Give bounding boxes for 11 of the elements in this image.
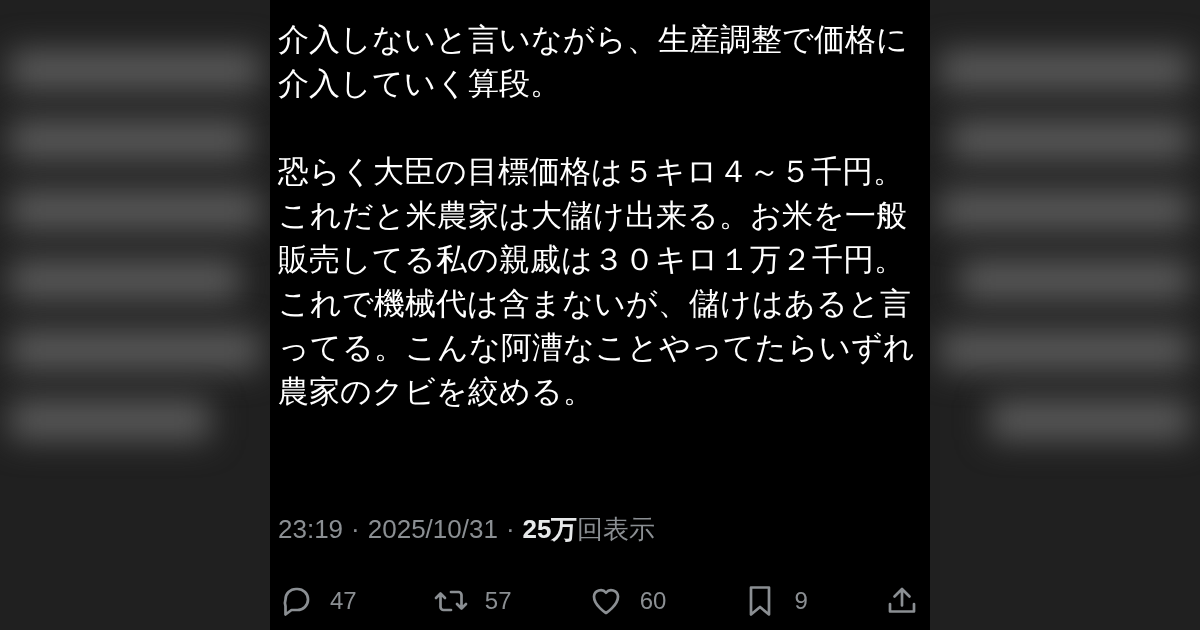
post-time: 23:19 [278, 513, 344, 546]
post-date: 2025/10/31 [367, 513, 498, 546]
reply-button[interactable]: 47 [278, 583, 357, 619]
bookmark-button[interactable]: 9 [742, 583, 808, 619]
view-count: 25万回表示 [522, 513, 656, 546]
separator-dot: · [505, 513, 515, 546]
post-paragraph: 恐らく大臣の目標価格は５キロ４～５千円。 これだと米農家は大儲け出来る。お米を一般 販売してる私の親戚は３０キロ１万２千円。 これで機械代は含まないが、儲けはあると言 ってる。こんな阿漕なことやってたらいずれ 農家のクビを絞める。 [278, 153, 915, 411]
separator-dot: · [351, 513, 360, 546]
repost-button[interactable]: 57 [432, 583, 512, 619]
post-paragraph: 介入しないと言いながら、生産調整で価格に 介入していく算段。 [278, 21, 908, 103]
like-button[interactable]: 60 [587, 583, 667, 619]
